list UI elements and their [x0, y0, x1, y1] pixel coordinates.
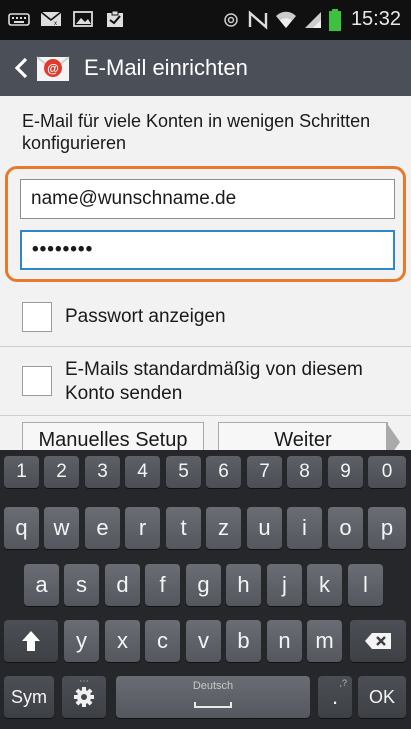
divider — [0, 346, 411, 347]
next-button-arrow — [386, 422, 400, 450]
key-o[interactable]: o — [328, 507, 363, 549]
chevron-left-icon[interactable] — [8, 40, 34, 96]
key-3[interactable]: 3 — [85, 456, 120, 488]
key-x[interactable]: x — [105, 620, 140, 662]
default-send-label[interactable]: E-Mails standardmäßig von diesem Konto s… — [65, 358, 395, 406]
signal-icon — [304, 11, 321, 28]
space-bar-icon — [194, 702, 232, 708]
key-i[interactable]: i — [287, 507, 322, 549]
key-j[interactable]: j — [267, 564, 302, 606]
vibrate-icon — [224, 12, 238, 27]
backspace-icon — [365, 633, 391, 649]
shift-key[interactable] — [4, 620, 58, 662]
key-k[interactable]: k — [307, 564, 342, 606]
key-g[interactable]: g — [186, 564, 221, 606]
key-8[interactable]: 8 — [287, 456, 322, 488]
key-y[interactable]: y — [64, 620, 99, 662]
keyboard: 1 2 3 4 5 6 7 8 9 0 q w e r t z u i o p … — [0, 450, 411, 729]
intro-text: E-Mail für viele Konten in wenigen Schri… — [22, 111, 371, 153]
period-key-alt: ,? — [339, 678, 347, 688]
key-m[interactable]: m — [307, 620, 342, 662]
backspace-key[interactable] — [350, 620, 406, 662]
key-c[interactable]: c — [145, 620, 180, 662]
image-icon — [73, 11, 93, 27]
period-key-label: . — [331, 684, 339, 709]
key-l[interactable]: l — [348, 564, 383, 606]
key-9[interactable]: 9 — [328, 456, 363, 488]
divider — [0, 415, 411, 416]
key-a[interactable]: a — [24, 564, 59, 606]
battery-icon — [328, 8, 341, 31]
key-z[interactable]: z — [206, 507, 241, 549]
key-2[interactable]: 2 — [44, 456, 79, 488]
key-h[interactable]: h — [226, 564, 261, 606]
show-password-checkbox[interactable] — [22, 302, 52, 332]
manual-setup-button[interactable]: Manuelles Setup — [22, 422, 204, 450]
gear-icon — [74, 687, 94, 707]
status-time: 15:32 — [350, 8, 401, 30]
key-4[interactable]: 4 — [125, 456, 160, 488]
account-setup-form: E-Mail für viele Konten in wenigen Schri… — [0, 96, 411, 450]
svg-text:x: x — [54, 21, 57, 27]
space-key[interactable]: Deutsch — [116, 676, 310, 718]
key-v[interactable]: v — [186, 620, 221, 662]
sym-key[interactable]: Sym — [4, 676, 54, 718]
key-e[interactable]: e — [85, 507, 120, 549]
key-0[interactable]: 0 — [368, 456, 406, 488]
mail-icon: x — [40, 11, 62, 27]
email-value: name@wunschname.de — [31, 188, 237, 209]
default-send-checkbox[interactable] — [22, 366, 52, 396]
period-key[interactable]: ,? . — [318, 676, 352, 718]
key-f[interactable]: f — [145, 564, 180, 606]
key-r[interactable]: r — [125, 507, 160, 549]
ok-key[interactable]: OK — [358, 676, 406, 718]
key-q[interactable]: q — [4, 507, 39, 549]
nfc-icon — [248, 9, 268, 30]
key-p[interactable]: p — [368, 507, 406, 549]
page-title: E-Mail einrichten — [84, 55, 248, 80]
svg-text:@: @ — [47, 62, 59, 76]
email-input[interactable]: name@wunschname.de — [20, 179, 395, 219]
key-s[interactable]: s — [64, 564, 99, 606]
clipboard-check-icon — [107, 10, 123, 27]
key-6[interactable]: 6 — [206, 456, 241, 488]
key-u[interactable]: u — [247, 507, 282, 549]
key-d[interactable]: d — [105, 564, 140, 606]
shift-arrow-icon — [22, 631, 40, 651]
settings-key[interactable]: ⋯ — [62, 676, 106, 718]
status-bar: x 15:32 — [0, 0, 411, 40]
password-input[interactable]: •••••••• — [20, 230, 395, 270]
key-5[interactable]: 5 — [166, 456, 201, 488]
key-b[interactable]: b — [226, 620, 261, 662]
key-w[interactable]: w — [44, 507, 79, 549]
key-7[interactable]: 7 — [247, 456, 282, 488]
key-1[interactable]: 1 — [4, 456, 39, 488]
action-bar: @ E-Mail einrichten — [0, 40, 411, 96]
password-value: •••••••• — [32, 239, 94, 260]
keyboard-language-label: Deutsch — [192, 680, 234, 692]
key-n[interactable]: n — [267, 620, 302, 662]
next-button[interactable]: Weiter — [218, 422, 388, 450]
show-password-label[interactable]: Passwort anzeigen — [65, 305, 226, 329]
email-app-icon[interactable]: @ — [36, 51, 70, 85]
key-t[interactable]: t — [166, 507, 201, 549]
keyboard-icon — [8, 13, 30, 26]
wifi-icon — [275, 11, 296, 28]
